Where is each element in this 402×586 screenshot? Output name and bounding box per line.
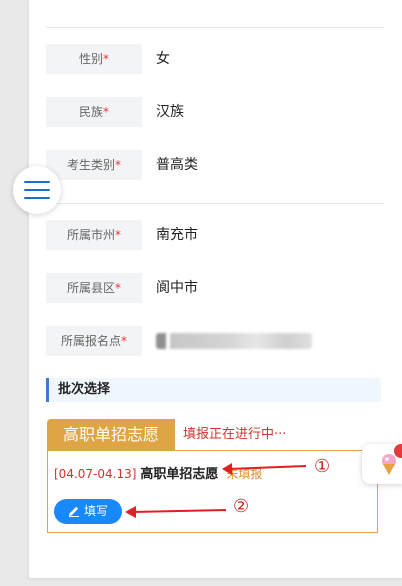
annotation-arrow-2 xyxy=(131,509,227,513)
menu-button[interactable] xyxy=(13,166,61,214)
annotation-layer xyxy=(125,463,307,518)
annotation-arrowhead-2 xyxy=(125,506,136,518)
annotation-arrowhead-1 xyxy=(222,463,232,475)
annotation-marker-2: ② xyxy=(233,496,250,517)
annotation-marker-1: ① xyxy=(314,456,331,477)
notification-badge xyxy=(394,444,402,458)
annotation-arrow-1 xyxy=(227,465,307,470)
